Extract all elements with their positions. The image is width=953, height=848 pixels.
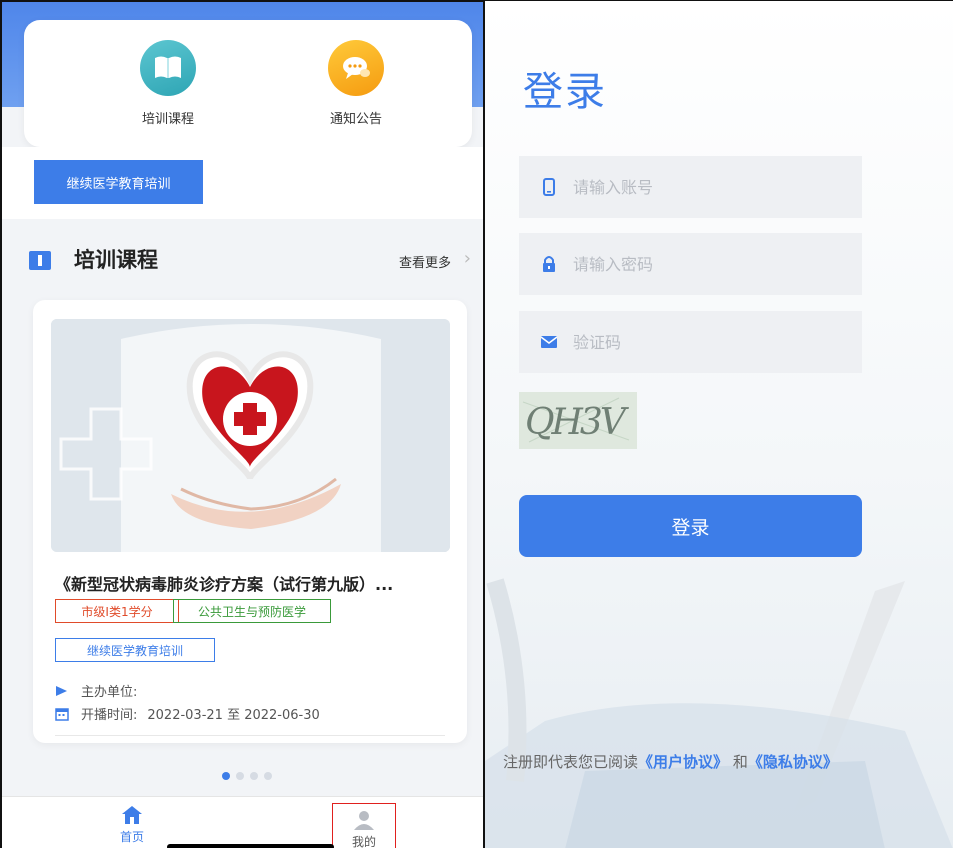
user-agreement-link[interactable]: 《用户协议》 xyxy=(638,753,728,771)
broadcast-label: 开播时间: xyxy=(81,708,138,723)
organizer-label: 主办单位: xyxy=(81,685,138,700)
chevron-right-icon[interactable]: › xyxy=(464,248,471,269)
login-button[interactable]: 登录 xyxy=(519,495,862,557)
section-title: 培训课程 xyxy=(74,248,158,272)
tab-home[interactable]: 首页 xyxy=(102,805,162,845)
agreement-and: 和 xyxy=(732,753,748,771)
quick-link-courses[interactable]: 培训课程 xyxy=(108,40,228,127)
carousel-dot[interactable] xyxy=(264,772,272,780)
carousel-dot[interactable] xyxy=(250,772,258,780)
course-cover-image xyxy=(51,319,450,552)
home-screen: 培训课程 通知公告 继续医学教育培训 培训课程 查看更多 › 《新型冠状病毒肺炎… xyxy=(0,0,485,848)
carousel-dot[interactable] xyxy=(236,772,244,780)
category-tab-cme[interactable]: 继续医学教育培训 xyxy=(34,160,203,204)
account-input[interactable] xyxy=(573,177,853,197)
user-icon xyxy=(354,811,374,830)
password-field[interactable] xyxy=(519,233,862,295)
agreement-prefix: 注册即代表您已阅读 xyxy=(503,753,639,771)
tab-mine-label: 我的 xyxy=(351,835,376,848)
login-title: 登录 xyxy=(523,69,607,115)
quick-links-card: 培训课程 通知公告 xyxy=(24,20,472,147)
captcha-image[interactable]: QH3V xyxy=(519,392,637,449)
tab-home-label: 首页 xyxy=(119,830,144,844)
tab-mine[interactable]: 我的 xyxy=(332,803,396,848)
agreement-text: 注册即代表您已阅读《用户协议》 和《隐私协议》 xyxy=(503,751,838,772)
lock-icon xyxy=(541,255,557,273)
password-input[interactable] xyxy=(573,254,853,274)
bookmark-icon xyxy=(29,251,51,270)
tag-credit: 市级I类1学分 xyxy=(55,599,179,623)
captcha-text: QH3V xyxy=(525,402,630,443)
organizer-row: 主办单位: xyxy=(55,681,137,700)
book-icon xyxy=(140,40,196,96)
tag-category: 继续医学教育培训 xyxy=(55,638,215,662)
background-illustration xyxy=(485,578,953,848)
phone-icon xyxy=(541,178,557,196)
flag-icon xyxy=(56,685,67,696)
captcha-field[interactable] xyxy=(519,311,862,373)
tag-subject: 公共卫生与预防医学 xyxy=(173,599,331,623)
carousel-dots xyxy=(222,772,272,780)
section-header: 培训课程 查看更多 › xyxy=(2,232,483,288)
mail-icon xyxy=(541,333,557,351)
quick-link-label: 培训课程 xyxy=(141,112,194,127)
privacy-agreement-link[interactable]: 《隐私协议》 xyxy=(748,753,838,771)
bottom-tab-bar: 首页 我的 xyxy=(2,796,483,848)
view-more-link[interactable]: 查看更多 xyxy=(399,252,451,271)
captcha-input[interactable] xyxy=(573,332,853,352)
course-title[interactable]: 《新型冠状病毒肺炎诊疗方案（试行第九版）... xyxy=(55,571,460,595)
login-screen: 登录 QH3V 登录 注册即代表您已阅读《用户协议》 和《隐私协议》 xyxy=(485,0,953,848)
broadcast-time: 2022-03-21 至 2022-06-30 xyxy=(147,708,320,723)
divider xyxy=(55,735,445,736)
home-indicator xyxy=(167,844,334,848)
home-icon xyxy=(122,806,142,824)
broadcast-row: 开播时间: 2022-03-21 至 2022-06-30 xyxy=(55,704,320,723)
course-card[interactable]: 《新型冠状病毒肺炎诊疗方案（试行第九版）... 市级I类1学分 公共卫生与预防医… xyxy=(33,300,467,743)
account-field[interactable] xyxy=(519,156,862,218)
chat-bubble-icon xyxy=(328,40,384,96)
quick-link-label: 通知公告 xyxy=(329,112,382,127)
calendar-icon xyxy=(55,707,69,721)
quick-link-notices[interactable]: 通知公告 xyxy=(296,40,416,127)
carousel-dot[interactable] xyxy=(222,772,230,780)
